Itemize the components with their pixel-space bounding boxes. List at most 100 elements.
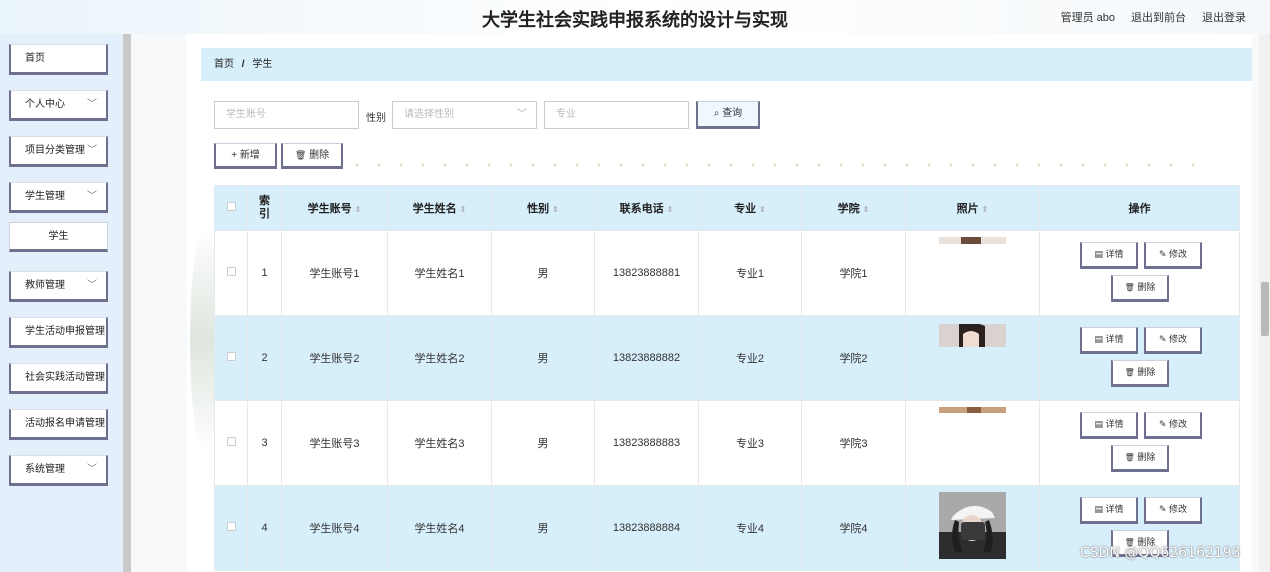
edit-button[interactable]: ✎ 修改: [1144, 327, 1202, 354]
detail-button[interactable]: ▤ 详情: [1080, 327, 1138, 354]
cell-major: 专业1: [698, 230, 802, 316]
sidebar-item-project-category[interactable]: 项目分类管理 ﹀: [9, 136, 108, 167]
col-photo-label: 照片: [956, 203, 979, 215]
logout-link[interactable]: 退出登录: [1202, 9, 1246, 25]
detail-button[interactable]: ▤ 详情: [1080, 242, 1138, 269]
select-all-cell[interactable]: [214, 185, 248, 231]
row-checkbox[interactable]: [226, 522, 236, 531]
delete-button[interactable]: 🗑 删除: [1111, 360, 1169, 387]
detail-label: 详情: [1105, 504, 1124, 514]
breadcrumb-separator: /: [241, 59, 245, 70]
sort-icon[interactable]: ⇕: [863, 205, 870, 214]
row-select-cell[interactable]: [214, 400, 248, 486]
sex-select[interactable]: 请选择性别 ﹀: [392, 101, 537, 129]
row-select-cell[interactable]: [214, 485, 248, 571]
col-major[interactable]: 专业 ⇕: [698, 185, 802, 231]
trash-icon: 🗑: [1124, 368, 1135, 377]
sidebar-item-home[interactable]: 首页: [9, 44, 108, 75]
chevron-down-icon: ﹀: [87, 191, 97, 202]
add-button[interactable]: + 新增: [214, 143, 277, 169]
row-checkbox[interactable]: [226, 437, 236, 446]
edit-label: 修改: [1169, 419, 1188, 429]
major-input[interactable]: 专业: [544, 101, 689, 129]
sidebar-subitem-student[interactable]: 学生: [9, 222, 108, 252]
col-sex-label: 性别: [527, 203, 550, 215]
sidebar-item-personal-center[interactable]: 个人中心 ﹀: [9, 90, 108, 121]
student-photo[interactable]: [939, 237, 1006, 244]
cell-college: 学院4: [801, 485, 906, 571]
cell-operations: ▤ 详情 ✎ 修改 🗑 删除: [1039, 230, 1240, 316]
select-all-checkbox[interactable]: [226, 202, 236, 211]
sort-icon[interactable]: ⇕: [460, 205, 467, 214]
row-checkbox[interactable]: [226, 352, 236, 361]
current-user-label: 管理员 abo: [1060, 12, 1115, 24]
scrollbar-thumb[interactable]: [1261, 282, 1269, 336]
detail-button[interactable]: ▤ 详情: [1080, 497, 1138, 524]
sidebar-item-teacher-management[interactable]: 教师管理 ﹀: [9, 271, 108, 302]
sidebar-subitem-label: 学生: [48, 231, 69, 242]
cell-sex: 男: [491, 485, 595, 571]
col-name[interactable]: 学生姓名 ⇕: [387, 185, 492, 231]
sidebar-item-label: 首页: [25, 53, 45, 64]
sort-icon[interactable]: ⇕: [982, 205, 989, 214]
query-button[interactable]: ⌕ 查询: [696, 101, 760, 129]
cell-name: 学生姓名1: [387, 230, 492, 316]
cell-major: 专业4: [698, 485, 802, 571]
cell-account: 学生账号1: [281, 230, 388, 316]
sidebar-item-signup-application[interactable]: 活动报名申请管理: [9, 409, 108, 440]
delete-button[interactable]: 🗑 删除: [1111, 445, 1169, 472]
sidebar-item-label: 学生活动申报管理: [25, 326, 105, 337]
sort-icon[interactable]: ⇕: [759, 205, 766, 214]
col-major-label: 专业: [734, 203, 757, 215]
edit-button[interactable]: ✎ 修改: [1144, 242, 1202, 269]
chevron-down-icon: ﹀: [87, 464, 97, 475]
cell-index: 4: [247, 485, 282, 571]
student-photo[interactable]: [939, 492, 1006, 559]
sidebar-item-social-practice[interactable]: 社会实践活动管理: [9, 363, 108, 394]
cell-account: 学生账号3: [281, 400, 388, 486]
col-operations: 操作: [1039, 185, 1240, 231]
col-phone[interactable]: 联系电话 ⇕: [594, 185, 699, 231]
cell-photo: [905, 230, 1040, 316]
sidebar-item-label: 学生管理: [25, 191, 65, 202]
sort-icon[interactable]: ⇕: [355, 205, 362, 214]
cell-name: 学生姓名2: [387, 315, 492, 401]
row-select-cell[interactable]: [214, 315, 248, 401]
sidebar-item-activity-declaration[interactable]: 学生活动申报管理: [9, 317, 108, 348]
col-sex[interactable]: 性别 ⇕: [491, 185, 595, 231]
detail-button[interactable]: ▤ 详情: [1080, 412, 1138, 439]
sort-icon[interactable]: ⇕: [667, 205, 674, 214]
breadcrumb-home[interactable]: 首页: [214, 59, 234, 70]
sort-icon[interactable]: ⇕: [552, 205, 559, 214]
search-icon: ⌕: [713, 108, 720, 119]
breadcrumb-current: 学生: [252, 59, 273, 70]
col-account[interactable]: 学生账号 ⇕: [281, 185, 388, 231]
delete-button[interactable]: 🗑 删除: [1111, 275, 1169, 302]
document-icon: ▤: [1094, 419, 1103, 429]
student-photo[interactable]: [939, 407, 1006, 413]
trash-icon: 🗑: [1124, 283, 1135, 292]
sidebar-item-label: 活动报名申请管理: [25, 418, 105, 429]
student-photo[interactable]: [939, 324, 1006, 347]
edit-button[interactable]: ✎ 修改: [1144, 412, 1202, 439]
table-header-row: 索引 学生账号 ⇕ 学生姓名 ⇕ 性别 ⇕ 联系电话 ⇕ 专业 ⇕ 学院 ⇕ 照片 ⇕ 操作: [214, 185, 1240, 231]
col-name-label: 学生姓名: [412, 203, 457, 215]
row-checkbox[interactable]: [226, 267, 236, 276]
batch-delete-button[interactable]: 🗑 删除: [281, 143, 343, 169]
chevron-down-icon: ﹀: [87, 280, 97, 291]
cell-college: 学院1: [801, 230, 906, 316]
col-photo[interactable]: 照片 ⇕: [905, 185, 1040, 231]
sidebar-item-student-management[interactable]: 学生管理 ﹀: [9, 182, 108, 213]
header-user-menu: 管理员 abo 退出到前台 退出登录: [1061, 9, 1246, 25]
detail-label: 详情: [1105, 334, 1124, 344]
sidebar-item-system-management[interactable]: 系统管理 ﹀: [9, 455, 108, 486]
col-account-label: 学生账号: [307, 203, 352, 215]
edit-label: 修改: [1169, 334, 1188, 344]
col-college[interactable]: 学院 ⇕: [801, 185, 906, 231]
edit-button[interactable]: ✎ 修改: [1144, 497, 1202, 524]
front-page-link[interactable]: 退出到前台: [1131, 9, 1186, 25]
student-account-input[interactable]: 学生账号: [214, 101, 359, 129]
row-select-cell[interactable]: [214, 230, 248, 316]
cell-photo: [905, 485, 1040, 571]
document-icon: ▤: [1094, 504, 1103, 514]
